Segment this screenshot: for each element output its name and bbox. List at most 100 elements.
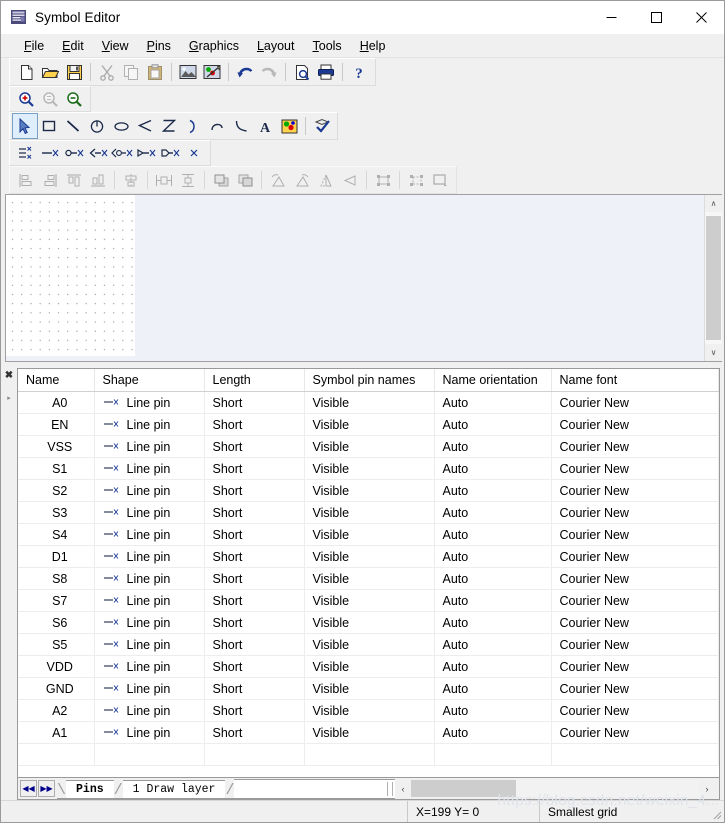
cell-shape[interactable]: Line pin [94,655,205,678]
help-icon[interactable]: ? [347,60,371,84]
column-header-name-orientation[interactable]: Name orientation [434,369,552,392]
menu-layout[interactable]: Layout [248,37,304,55]
cell-name-font[interactable]: Courier New [551,589,719,612]
bring-to-front-icon[interactable] [209,168,233,192]
cell-length[interactable]: Short [204,611,305,634]
cell-name-orientation[interactable]: Auto [434,721,552,744]
rotate-left-icon[interactable] [266,168,290,192]
flip-horizontal-icon[interactable] [314,168,338,192]
cell-name-orientation[interactable]: Auto [434,413,552,436]
cell-shape[interactable]: Line pin [94,545,205,568]
cell-symbol-pin-names[interactable]: Visible [304,457,435,480]
align-center-icon[interactable] [119,168,143,192]
tab-nav-last-button[interactable]: ▶▶ [38,780,55,797]
scroll-right-icon[interactable]: › [699,780,715,797]
table-row[interactable]: VDD Line pin Short Visible Auto Courier New [18,655,719,678]
cell-name[interactable]: S8 [18,567,95,590]
cell-shape[interactable]: Line pin [94,633,205,656]
cell-name[interactable]: S5 [18,633,95,656]
bowtie-icon[interactable] [157,114,181,138]
cell-symbol-pin-names[interactable] [304,743,435,766]
curve-icon[interactable] [229,114,253,138]
cell-name[interactable]: VSS [18,435,95,458]
scroll-down-icon[interactable]: ∨ [705,344,722,361]
check-style-icon[interactable] [310,114,334,138]
vscroll-track[interactable] [705,212,722,344]
align-right-icon[interactable] [38,168,62,192]
cell-length[interactable]: Short [204,655,305,678]
open-icon[interactable] [38,60,62,84]
vscroll-thumb[interactable] [706,216,721,340]
cell-name-orientation[interactable]: Auto [434,501,552,524]
cell-name[interactable]: EN [18,413,95,436]
menu-tools[interactable]: Tools [304,37,351,55]
maximize-button[interactable] [634,1,679,33]
table-row[interactable]: D1 Line pin Short Visible Auto Courier New [18,545,719,568]
canvas-vertical-scrollbar[interactable]: ∧ ∨ [704,195,722,361]
table-row[interactable]: S4 Line pin Short Visible Auto Courier New [18,523,719,546]
cell-length[interactable]: Short [204,501,305,524]
cell-name-orientation[interactable]: Auto [434,655,552,678]
arc-up-icon[interactable] [205,114,229,138]
resize-icon[interactable] [428,168,452,192]
group-icon[interactable] [371,168,395,192]
output-pin-icon[interactable] [158,141,182,165]
cell-name-orientation[interactable]: Auto [434,677,552,700]
scroll-up-icon[interactable]: ∧ [705,195,722,212]
scroll-left-icon[interactable]: ‹ [395,780,411,797]
table-row[interactable]: VSS Line pin Short Visible Auto Courier New [18,435,719,458]
print-icon[interactable] [314,60,338,84]
ellipse-icon[interactable] [109,114,133,138]
cell-name-orientation[interactable]: Auto [434,479,552,502]
line-icon[interactable] [61,114,85,138]
line-pin-icon[interactable] [38,141,62,165]
cell-name-font[interactable]: Courier New [551,721,719,744]
cell-length[interactable]: Short [204,721,305,744]
cell-name[interactable]: GND [18,677,95,700]
cell-name-orientation[interactable]: Auto [434,523,552,546]
cell-symbol-pin-names[interactable]: Visible [304,655,435,678]
cell-name-font[interactable]: Courier New [551,457,719,480]
cell-shape[interactable]: Line pin [94,611,205,634]
minimize-button[interactable] [589,1,634,33]
cell-length[interactable]: Short [204,391,305,414]
cell-length[interactable]: Short [204,457,305,480]
table-row[interactable]: S7 Line pin Short Visible Auto Courier New [18,589,719,612]
cell-name-font[interactable]: Courier New [551,501,719,524]
text-icon[interactable]: A [253,114,277,138]
cell-name[interactable]: S7 [18,589,95,612]
grid-horizontal-scrollbar[interactable]: ‹ › [395,779,715,798]
paste-icon[interactable] [143,60,167,84]
cell-length[interactable]: Short [204,435,305,458]
new-icon[interactable] [14,60,38,84]
cell-name-orientation[interactable]: Auto [434,457,552,480]
hscroll-thumb[interactable] [411,780,516,797]
align-left-icon[interactable] [14,168,38,192]
arc-icon[interactable] [181,114,205,138]
cut-icon[interactable] [95,60,119,84]
table-row[interactable]: S3 Line pin Short Visible Auto Courier New [18,501,719,524]
menu-edit[interactable]: Edit [53,37,93,55]
resize-grip-icon[interactable] [706,801,724,822]
cell-name-font[interactable]: Courier New [551,435,719,458]
cell-name-font[interactable]: Courier New [551,655,719,678]
symbol-canvas[interactable]: A0 EN VSS S1 S2 S3 S4 D1 A1 A2 GND VDD S… [6,195,704,361]
column-header-symbol-pin-names[interactable]: Symbol pin names [304,369,435,392]
cell-symbol-pin-names[interactable]: Visible [304,523,435,546]
cell-name-orientation[interactable] [434,743,552,766]
table-row[interactable]: S6 Line pin Short Visible Auto Courier New [18,611,719,634]
panel-close-button[interactable]: ✖ [5,371,13,381]
select-pointer-icon[interactable] [12,113,38,139]
tab-splitter-grip[interactable] [387,782,393,796]
cell-shape[interactable]: Line pin [94,501,205,524]
cell-shape[interactable]: Line pin [94,413,205,436]
pin-list-icon[interactable] [14,141,38,165]
cell-shape[interactable]: Line pin [94,479,205,502]
send-to-back-icon[interactable] [233,168,257,192]
table-row[interactable] [18,743,719,766]
cell-length[interactable]: Short [204,633,305,656]
clock-pin-icon[interactable] [134,141,158,165]
cell-symbol-pin-names[interactable]: Visible [304,721,435,744]
menu-view[interactable]: View [93,37,138,55]
table-row[interactable]: A0 Line pin Short Visible Auto Courier New [18,391,719,414]
